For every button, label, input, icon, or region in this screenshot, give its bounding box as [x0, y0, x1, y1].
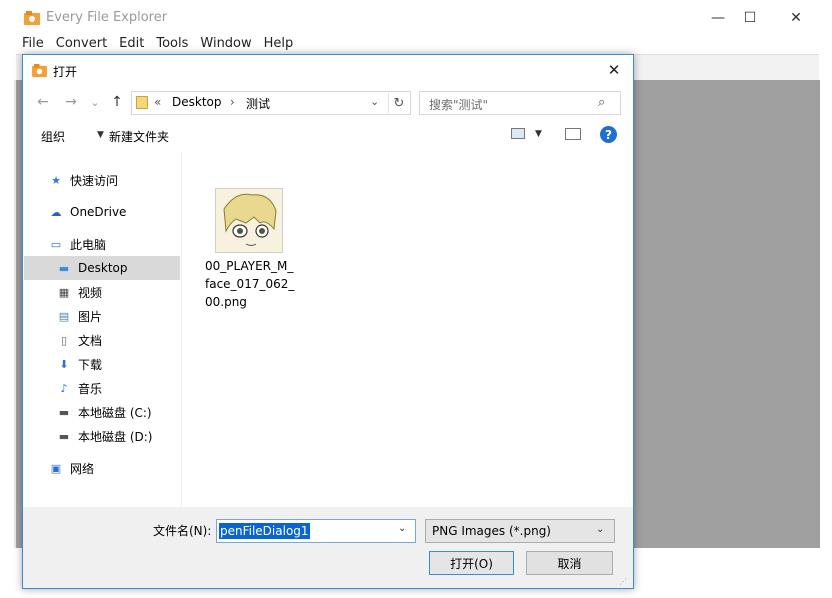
nav-item-label: 文档	[78, 333, 103, 348]
chevron-right-icon[interactable]: ›	[230, 95, 235, 109]
menu-bar: File Convert Edit Tools Window Help	[16, 36, 832, 54]
refresh-icon[interactable]: ↻	[388, 93, 409, 113]
search-input[interactable]: 搜索"测试" ⌕	[419, 91, 621, 115]
nav-item-4[interactable]: ▦ 视频	[24, 280, 180, 304]
search-placeholder: 搜索"测试"	[429, 98, 489, 112]
nav-item-label: Desktop	[78, 261, 128, 275]
file-thumbnail[interactable]	[215, 188, 283, 253]
chevron-down-icon[interactable]: ⌄	[398, 523, 406, 534]
dialog-title: 打开	[53, 65, 78, 79]
forward-button[interactable]: →	[61, 93, 81, 111]
nav-item-label: 下载	[78, 357, 103, 372]
menu-help[interactable]: Help	[258, 36, 300, 54]
open-button[interactable]: 打开(O)	[429, 551, 514, 575]
folder-icon	[136, 96, 148, 109]
nav-item-label: OneDrive	[70, 205, 127, 219]
nav-item-label: 音乐	[78, 381, 103, 396]
nav-item-2[interactable]: ▭ 此电脑	[24, 232, 180, 256]
navigation-pane: ★ 快速访问 ☁ OneDrive ▭ 此电脑 ▬ Desktop ▦ 视频 ▤ 图片 ▯ 文档 ⬇ 下载 ♪ 音…	[24, 152, 182, 507]
filename-input[interactable]: penFileDialog1 ⌄	[216, 519, 416, 543]
document-icon: ▯	[60, 333, 68, 347]
app-icon	[32, 64, 47, 77]
nav-item-11[interactable]: ▣ 网络	[24, 456, 180, 480]
download-icon: ⬇	[59, 357, 69, 371]
dialog-footer: 文件名(N): penFileDialog1 ⌄ PNG Images (*.p…	[23, 507, 633, 588]
menu-edit[interactable]: Edit	[113, 36, 150, 54]
address-bar[interactable]: « Desktop › 测试 ⌄ ↻	[131, 91, 411, 115]
video-icon: ▦	[58, 285, 70, 299]
nav-item-label: 本地磁盘 (C:)	[78, 405, 152, 420]
pane-divider[interactable]	[181, 152, 182, 507]
computer-icon: ▭	[50, 237, 62, 251]
help-icon[interactable]: ?	[600, 126, 617, 143]
breadcrumb-overflow[interactable]: «	[154, 95, 161, 109]
breadcrumb-current-folder[interactable]: 测试	[246, 95, 270, 112]
menu-file[interactable]: File	[16, 36, 50, 54]
app-icon	[24, 11, 40, 25]
nav-item-label: 图片	[78, 309, 103, 324]
filetype-value: PNG Images (*.png)	[432, 524, 551, 538]
nav-item-6[interactable]: ▯ 文档	[24, 328, 180, 352]
network-icon: ▣	[50, 461, 62, 475]
nav-item-label: 网络	[70, 461, 95, 476]
nav-item-label: 本地磁盘 (D:)	[78, 429, 153, 444]
dialog-close-button[interactable]: ✕	[601, 58, 627, 82]
chevron-down-icon[interactable]: ▼	[535, 129, 542, 139]
new-folder-button[interactable]: 新建文件夹	[109, 128, 169, 145]
maximize-button[interactable]: ☐	[727, 0, 773, 36]
nav-item-8[interactable]: ♪ 音乐	[24, 376, 180, 400]
chevron-down-icon[interactable]: ⌄	[370, 95, 379, 108]
file-name[interactable]: 00_PLAYER_M_face_017_062_00.png	[205, 257, 297, 311]
main-titlebar: Every File Explorer — ☐ ✕	[0, 0, 832, 36]
window-title: Every File Explorer	[46, 10, 168, 25]
menu-convert[interactable]: Convert	[50, 36, 113, 54]
desktop-icon: ▬	[58, 261, 70, 275]
nav-item-7[interactable]: ⬇ 下载	[24, 352, 180, 376]
filetype-select[interactable]: PNG Images (*.png) ⌄	[425, 519, 615, 543]
chevron-down-icon[interactable]: ⌄	[596, 524, 604, 535]
pictures-icon: ▤	[58, 309, 70, 323]
organize-button[interactable]: 组织	[41, 128, 65, 145]
preview-pane-icon[interactable]	[565, 128, 581, 140]
up-button[interactable]: ↑	[107, 93, 127, 111]
nav-item-5[interactable]: ▤ 图片	[24, 304, 180, 328]
nav-item-label: 快速访问	[70, 173, 119, 188]
cancel-button[interactable]: 取消	[526, 551, 613, 575]
filename-value[interactable]: penFileDialog1	[219, 523, 310, 539]
filename-label: 文件名(N):	[153, 524, 212, 538]
open-file-dialog: 打开 ✕ ← → ⌄ ↑ « Desktop › 测试 ⌄ ↻ 搜索"测试" ⌕…	[22, 54, 634, 589]
nav-item-0[interactable]: ★ 快速访问	[24, 168, 180, 192]
star-icon: ★	[51, 173, 61, 187]
search-icon[interactable]: ⌕	[598, 95, 605, 110]
close-button[interactable]: ✕	[773, 0, 819, 36]
dialog-titlebar: 打开 ✕	[23, 55, 633, 85]
drive-c-icon: ▬	[58, 405, 70, 419]
nav-item-label: 视频	[78, 285, 103, 300]
nav-item-9[interactable]: ▬ 本地磁盘 (C:)	[24, 400, 180, 424]
view-options-icon[interactable]	[511, 128, 525, 139]
menu-tools[interactable]: Tools	[150, 36, 194, 54]
nav-item-1[interactable]: ☁ OneDrive	[24, 200, 180, 224]
back-button[interactable]: ←	[33, 93, 53, 111]
cloud-icon: ☁	[50, 205, 62, 219]
nav-item-10[interactable]: ▬ 本地磁盘 (D:)	[24, 424, 180, 448]
music-icon: ♪	[60, 381, 68, 395]
drive-d-icon: ▬	[58, 429, 70, 443]
nav-item-label: 此电脑	[70, 237, 107, 252]
nav-item-3[interactable]: ▬ Desktop	[24, 256, 180, 280]
chevron-down-icon[interactable]: ▼	[97, 130, 104, 140]
menu-window[interactable]: Window	[194, 36, 257, 54]
recent-locations-button[interactable]: ⌄	[85, 93, 105, 111]
breadcrumb-desktop[interactable]: Desktop	[172, 95, 222, 109]
resize-grip-icon[interactable]: ⋰	[619, 577, 627, 586]
